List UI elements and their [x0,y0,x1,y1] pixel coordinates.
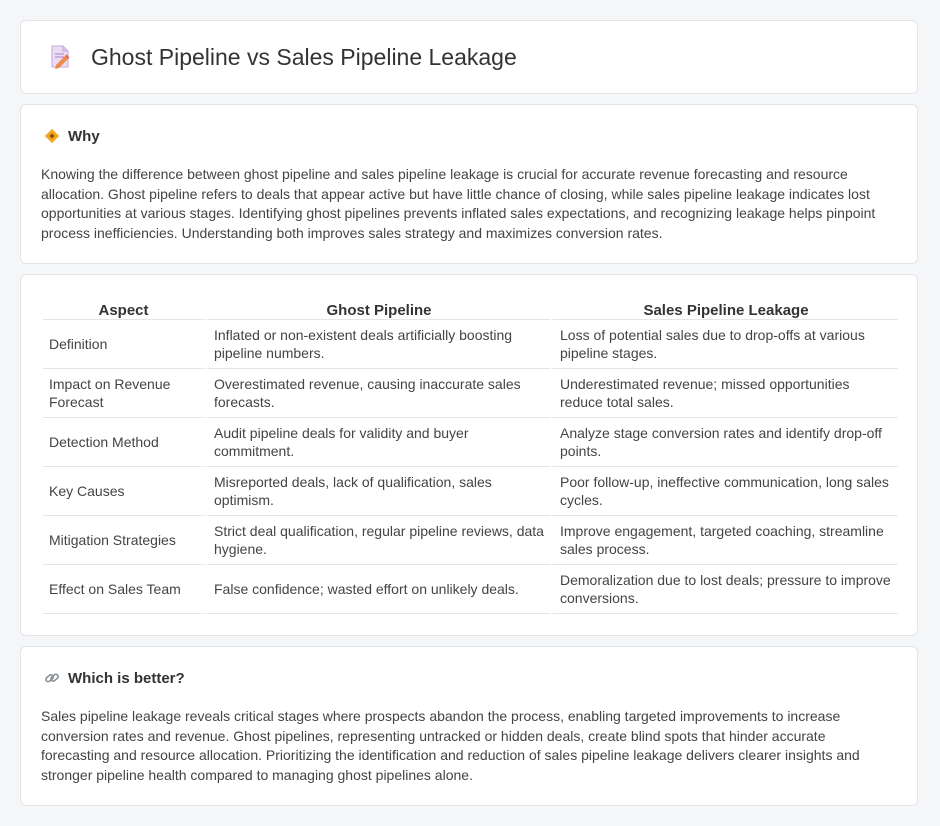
comparison-table-card: Aspect Ghost Pipeline Sales Pipeline Lea… [20,274,918,636]
why-heading-row: Why [43,127,100,145]
table-row: Impact on Revenue Forecast Overestimated… [43,369,898,418]
diamond-signal-icon [43,127,61,145]
table-row: Mitigation Strategies Strict deal qualif… [43,516,898,565]
header-ghost-pipeline: Ghost Pipeline [204,297,550,320]
table-row: Detection Method Audit pipeline deals fo… [43,418,898,467]
document-pen-icon [51,45,70,69]
aspect-cell: Mitigation Strategies [43,516,204,565]
why-card: Why Knowing the difference between ghost… [20,104,918,264]
ghost-cell: Audit pipeline deals for validity and bu… [204,418,550,467]
table-row: Definition Inflated or non-existent deal… [43,320,898,369]
leakage-cell: Underestimated revenue; missed opportuni… [550,369,898,418]
table-row: Key Causes Misreported deals, lack of qu… [43,467,898,516]
aspect-cell: Detection Method [43,418,204,467]
better-heading-row: Which is better? [43,669,185,687]
which-is-better-card: Which is better? Sales pipeline leakage … [20,646,918,806]
link-icon [43,669,61,687]
header-card: Ghost Pipeline vs Sales Pipeline Leakage [20,20,918,94]
leakage-cell: Poor follow-up, ineffective communicatio… [550,467,898,516]
page-title: Ghost Pipeline vs Sales Pipeline Leakage [91,43,517,70]
title-row: Ghost Pipeline vs Sales Pipeline Leakage [47,43,517,71]
better-heading: Which is better? [68,669,185,687]
why-heading: Why [68,127,100,145]
table-header-row: Aspect Ghost Pipeline Sales Pipeline Lea… [43,297,898,320]
ghost-cell: False confidence; wasted effort on unlik… [204,565,550,614]
aspect-cell: Definition [43,320,204,369]
comparison-table: Aspect Ghost Pipeline Sales Pipeline Lea… [43,297,898,614]
header-sales-pipeline-leakage: Sales Pipeline Leakage [550,297,898,320]
aspect-cell: Effect on Sales Team [43,565,204,614]
leakage-cell: Analyze stage conversion rates and ident… [550,418,898,467]
why-text: Knowing the difference between ghost pip… [41,166,876,241]
ghost-cell: Overestimated revenue, causing inaccurat… [204,369,550,418]
ghost-cell: Inflated or non-existent deals artificia… [204,320,550,369]
aspect-cell: Key Causes [43,467,204,516]
ghost-cell: Misreported deals, lack of qualification… [204,467,550,516]
table-row: Effect on Sales Team False confidence; w… [43,565,898,614]
better-text: Sales pipeline leakage reveals critical … [41,708,860,783]
leakage-cell: Improve engagement, targeted coaching, s… [550,516,898,565]
ghost-cell: Strict deal qualification, regular pipel… [204,516,550,565]
header-aspect: Aspect [43,297,204,320]
leakage-cell: Loss of potential sales due to drop-offs… [550,320,898,369]
aspect-cell: Impact on Revenue Forecast [43,369,204,418]
leakage-cell: Demoralization due to lost deals; pressu… [550,565,898,614]
